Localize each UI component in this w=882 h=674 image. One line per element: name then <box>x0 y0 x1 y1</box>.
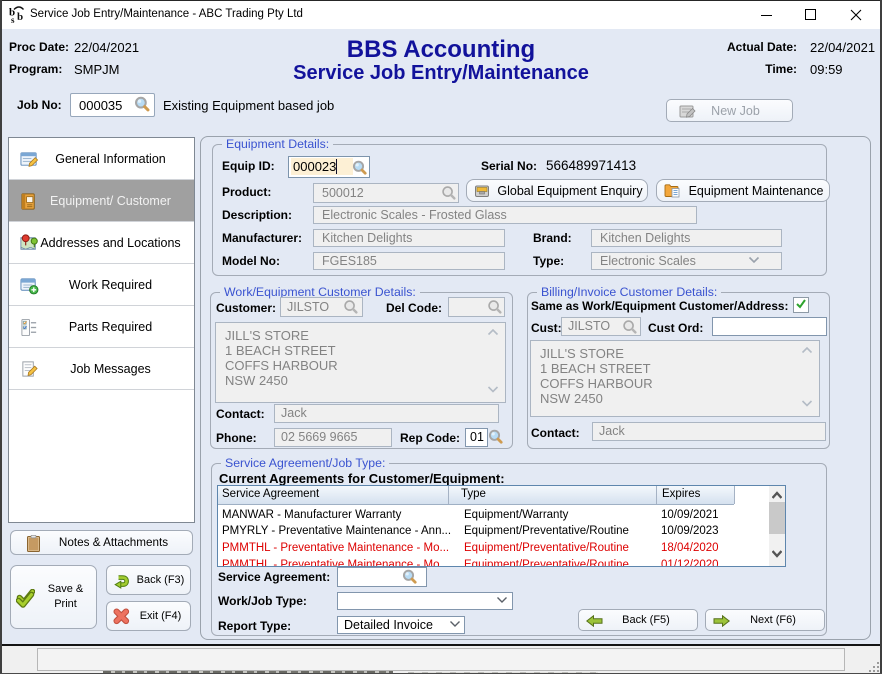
svg-text:s: s <box>11 15 15 24</box>
svg-text:b: b <box>17 11 23 23</box>
